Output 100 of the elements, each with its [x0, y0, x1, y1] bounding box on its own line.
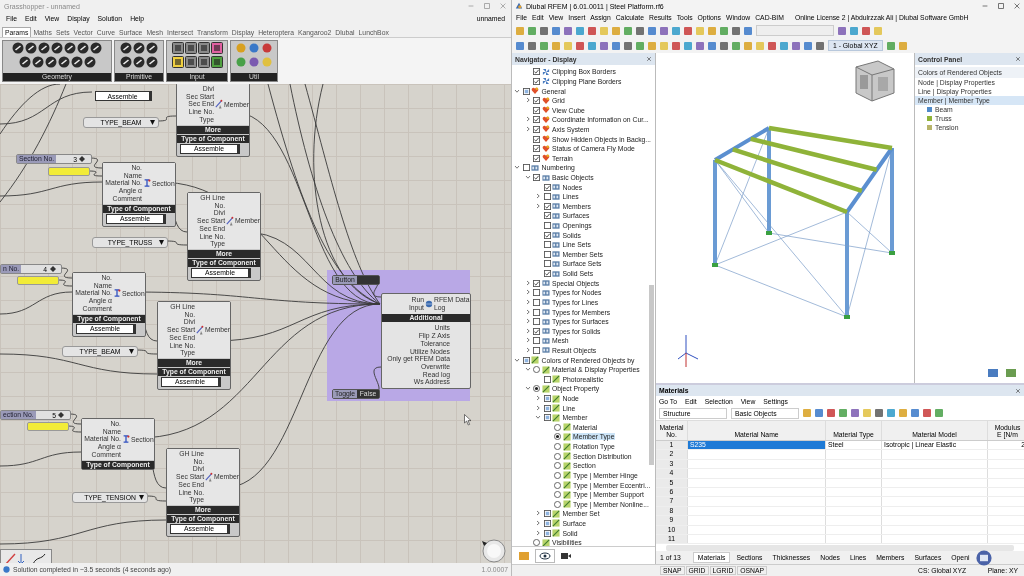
scrollbar[interactable] — [649, 285, 654, 465]
component-icon[interactable] — [171, 56, 184, 68]
chevron-icon[interactable] — [524, 289, 531, 296]
component-icon[interactable] — [70, 56, 83, 68]
canvas-widget[interactable] — [0, 549, 52, 563]
radio-button[interactable] — [533, 366, 540, 374]
checkbox[interactable] — [543, 404, 551, 412]
radio-button[interactable] — [554, 443, 561, 451]
radio-button[interactable] — [554, 471, 561, 479]
checkbox[interactable] — [543, 193, 551, 201]
slider-grip[interactable] — [50, 266, 56, 272]
checkbox[interactable] — [533, 298, 540, 306]
component-icon[interactable] — [120, 56, 132, 68]
checkbox[interactable] — [522, 356, 530, 364]
component-icon[interactable] — [77, 42, 89, 54]
chevron-icon[interactable] — [524, 327, 531, 334]
radio-button[interactable] — [533, 539, 540, 546]
radio-button[interactable] — [554, 433, 561, 441]
checkbox[interactable] — [533, 318, 540, 326]
floating-action-icon[interactable] — [976, 549, 993, 566]
component-icon[interactable] — [184, 56, 197, 68]
checkbox[interactable] — [543, 270, 551, 278]
radio-button[interactable] — [554, 462, 561, 470]
checkbox[interactable] — [533, 174, 540, 181]
component-icon[interactable] — [12, 42, 24, 54]
component-icon[interactable] — [146, 42, 158, 54]
checkbox[interactable] — [533, 116, 540, 124]
chevron-icon[interactable] — [524, 308, 531, 315]
component-icon[interactable] — [51, 42, 63, 54]
chevron-icon[interactable] — [524, 318, 531, 325]
checkbox[interactable] — [543, 260, 551, 268]
checkbox[interactable] — [522, 87, 530, 95]
checkbox[interactable] — [543, 250, 551, 258]
component-icon[interactable] — [18, 56, 31, 68]
chevron-icon[interactable] — [524, 279, 531, 286]
checkbox[interactable] — [533, 77, 540, 85]
chevron-icon[interactable] — [535, 202, 541, 209]
close-icon[interactable] — [1015, 56, 1021, 62]
radio-button[interactable] — [533, 385, 540, 393]
close-icon[interactable] — [1015, 387, 1021, 394]
chevron-icon[interactable] — [535, 404, 541, 411]
dropdown-arrow-icon[interactable] — [159, 240, 164, 245]
chevron-icon[interactable] — [524, 97, 531, 104]
dropdown-arrow-icon[interactable] — [129, 349, 134, 354]
component-icon[interactable] — [210, 42, 223, 54]
dropdown-arrow-icon[interactable] — [150, 120, 155, 125]
close-icon[interactable] — [1013, 2, 1021, 10]
chevron-icon[interactable] — [524, 366, 531, 373]
checkbox[interactable] — [533, 337, 540, 345]
chevron-icon[interactable] — [535, 395, 541, 401]
chevron-icon[interactable] — [514, 164, 520, 171]
chevron-icon[interactable] — [524, 385, 531, 392]
dropdown-arrow-icon[interactable] — [139, 495, 144, 500]
component-icon[interactable] — [146, 56, 158, 68]
component-icon[interactable] — [133, 42, 145, 54]
chevron-icon[interactable] — [524, 337, 531, 344]
chevron-icon[interactable] — [524, 125, 531, 132]
chevron-icon[interactable] — [535, 519, 541, 526]
chevron-icon[interactable] — [535, 510, 541, 517]
radio-button[interactable] — [554, 491, 561, 499]
chevron-icon[interactable] — [524, 298, 531, 305]
radio-button[interactable] — [554, 452, 561, 460]
checkbox[interactable] — [543, 395, 551, 402]
slider-grip[interactable] — [78, 156, 85, 162]
checkbox[interactable] — [533, 289, 540, 297]
checkbox[interactable] — [543, 212, 551, 220]
checkbox[interactable] — [533, 106, 540, 114]
component-icon[interactable] — [31, 56, 44, 68]
checkbox[interactable] — [533, 145, 540, 153]
radio-button[interactable] — [554, 500, 561, 508]
component-icon[interactable] — [83, 56, 96, 68]
checkbox[interactable] — [543, 231, 551, 239]
component-icon[interactable] — [25, 42, 37, 54]
chevron-icon[interactable] — [535, 529, 541, 536]
checkbox[interactable] — [533, 97, 540, 105]
checkbox[interactable] — [543, 510, 551, 518]
component-icon[interactable] — [57, 56, 70, 68]
checkbox[interactable] — [533, 68, 540, 76]
chevron-icon[interactable] — [524, 346, 531, 353]
chevron-icon[interactable] — [524, 116, 531, 123]
close-icon[interactable] — [646, 56, 652, 62]
component-icon[interactable] — [38, 42, 50, 54]
checkbox[interactable] — [533, 327, 540, 335]
chevron-icon[interactable] — [535, 193, 541, 200]
checkbox[interactable] — [543, 414, 551, 422]
checkbox[interactable] — [543, 183, 551, 191]
component-icon[interactable] — [120, 42, 132, 54]
chevron-icon[interactable] — [535, 414, 541, 421]
chevron-icon[interactable] — [514, 87, 520, 94]
chevron-icon[interactable] — [524, 174, 531, 180]
checkbox[interactable] — [543, 529, 551, 537]
radio-button[interactable] — [554, 481, 561, 489]
checkbox[interactable] — [543, 202, 551, 210]
component-icon[interactable] — [197, 42, 210, 54]
maximize-icon[interactable] — [483, 2, 491, 10]
checkbox[interactable] — [543, 222, 551, 230]
chevron-icon[interactable] — [514, 356, 520, 363]
checkbox[interactable] — [533, 135, 540, 143]
navigation-ball-icon[interactable] — [480, 537, 506, 563]
checkbox[interactable] — [533, 154, 540, 162]
